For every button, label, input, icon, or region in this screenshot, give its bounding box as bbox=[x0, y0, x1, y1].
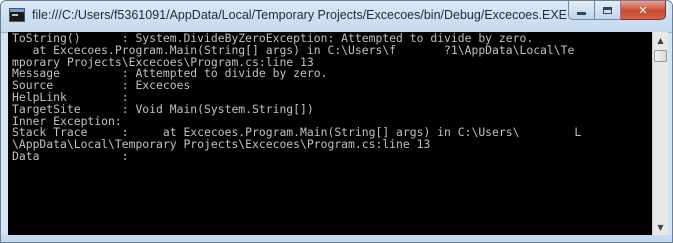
scroll-up-arrow-icon[interactable]: ▲ bbox=[653, 32, 668, 48]
title-bar[interactable]: file:///C:/Users/f5361091/AppData/Local/… bbox=[1, 1, 672, 33]
maximize-button[interactable] bbox=[595, 1, 621, 20]
close-icon: ✕ bbox=[638, 3, 648, 17]
minimize-button[interactable] bbox=[568, 1, 595, 20]
console-line: Data : bbox=[12, 148, 129, 163]
console-output[interactable]: ToString() : System.DivideByZeroExceptio… bbox=[8, 32, 652, 235]
scrollbar-thumb[interactable] bbox=[654, 50, 667, 62]
window-bottom-border bbox=[1, 235, 672, 242]
caption-buttons: ✕ bbox=[568, 1, 666, 21]
console-text: ToString() : System.DivideByZeroExceptio… bbox=[12, 32, 581, 163]
scroll-down-arrow-icon[interactable]: ▼ bbox=[653, 219, 668, 235]
window-title: file:///C:/Users/f5361091/AppData/Local/… bbox=[32, 8, 567, 22]
vertical-scrollbar[interactable]: ▲ ▼ bbox=[652, 32, 668, 235]
console-app-icon[interactable] bbox=[9, 8, 25, 22]
console-window: file:///C:/Users/f5361091/AppData/Local/… bbox=[0, 0, 673, 243]
minimize-icon bbox=[577, 12, 586, 15]
maximize-icon bbox=[603, 6, 612, 14]
close-button[interactable]: ✕ bbox=[621, 1, 666, 20]
